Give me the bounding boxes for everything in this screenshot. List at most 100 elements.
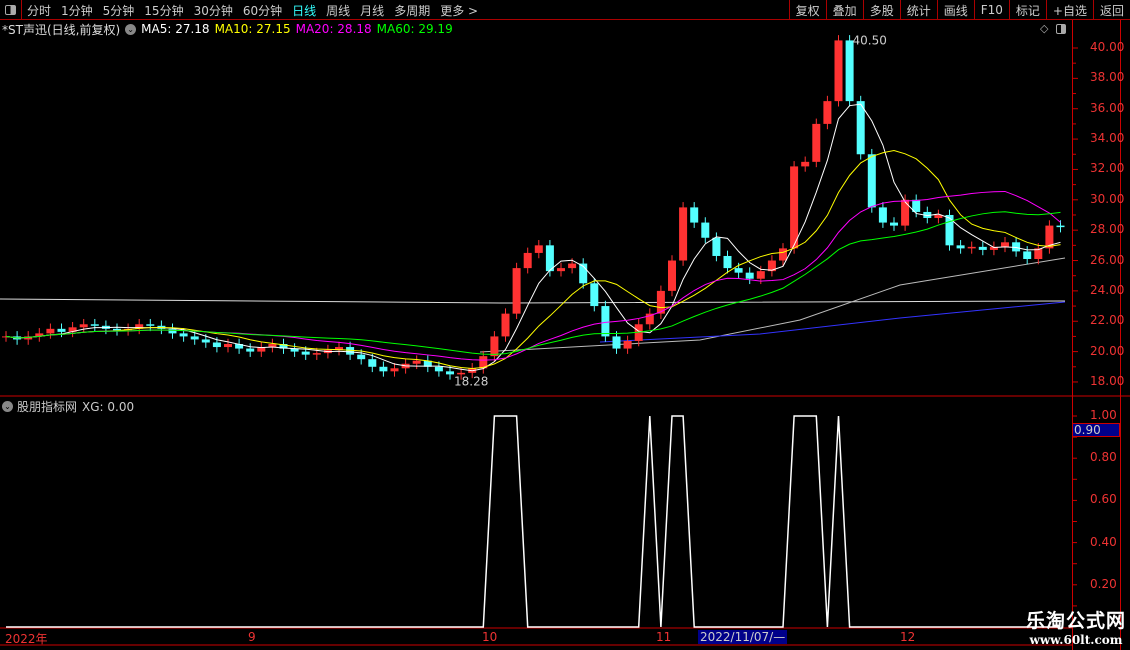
xg-tick-label: 1.00 — [1090, 408, 1117, 422]
long-ma-line — [599, 301, 1066, 343]
candle-body — [512, 268, 521, 314]
candle-body — [812, 123, 821, 162]
toolbar-button[interactable]: F10 — [973, 0, 1009, 20]
cursor-date: 2022/11/07/— — [698, 630, 788, 644]
candle-body — [224, 344, 232, 348]
candle-body — [690, 207, 699, 223]
period-tab[interactable]: 多周期 — [389, 2, 435, 19]
candle-body — [801, 161, 810, 167]
candle-body — [668, 260, 676, 291]
candle-body — [956, 245, 965, 249]
candle-body — [434, 366, 443, 372]
candle-body — [312, 353, 321, 355]
candle-body — [612, 336, 621, 349]
candle-body — [534, 245, 543, 253]
candle-body — [368, 359, 377, 367]
candle-body — [756, 271, 765, 279]
price-tick-label: 22.00 — [1090, 313, 1125, 328]
watermark-url: www.60lt.com — [1029, 633, 1123, 647]
price-tick-label: 30.00 — [1090, 191, 1125, 206]
period-tab[interactable]: 周线 — [321, 2, 355, 19]
price-tick-label: 20.00 — [1090, 343, 1125, 358]
price-tick-label: 40.00 — [1090, 40, 1125, 54]
period-tab[interactable]: 分时 — [22, 2, 56, 19]
candle-body — [568, 263, 577, 269]
candle-body — [878, 207, 887, 223]
xg-tick-label: 0.20 — [1090, 576, 1117, 591]
candle-body — [790, 166, 799, 249]
period-tab[interactable]: 更多 > — [435, 2, 483, 19]
candle-body — [57, 328, 66, 332]
toolbar-button[interactable]: +自选 — [1045, 0, 1093, 20]
panel-icon — [5, 5, 16, 15]
period-tab[interactable]: 月线 — [355, 2, 389, 19]
candle-body — [723, 255, 732, 269]
xg-tick-label: 0.40 — [1090, 534, 1117, 549]
ma5-value: MA5: 27.18 — [141, 22, 210, 36]
toolbar-button[interactable]: 画线 — [936, 0, 974, 20]
panel-icon[interactable] — [1056, 24, 1066, 34]
xg-tick-label: 0.60 — [1090, 492, 1117, 507]
price-tick-label: 34.00 — [1090, 131, 1125, 146]
period-tab[interactable]: 1分钟 — [56, 2, 98, 19]
candle-body — [779, 248, 787, 261]
ma20-value: MA20: 28.18 — [295, 22, 372, 36]
candle-body — [845, 40, 854, 102]
candle-body — [823, 101, 832, 124]
date-label-year: 2022年 — [5, 632, 48, 646]
toolbar-button[interactable]: 统计 — [899, 0, 937, 20]
ma5-line — [5, 103, 1061, 372]
candle-body — [745, 272, 754, 279]
candle-body — [46, 328, 55, 334]
period-tab[interactable]: 60分钟 — [238, 2, 287, 19]
candle-body — [712, 237, 721, 256]
candle-body — [834, 40, 843, 102]
candle-body — [190, 336, 199, 340]
toolbar: 分时 1分钟 5分钟 15分钟 30分钟 60分钟 日线 周线 月线 多周期 更多 > 复权 叠加 多股… — [0, 0, 1130, 20]
candle-body — [978, 246, 987, 250]
candle-body — [867, 154, 876, 208]
panel-toggle-button[interactable] — [0, 0, 22, 20]
toolbar-button[interactable]: 返回 — [1092, 0, 1130, 20]
candle-body — [501, 313, 510, 337]
price-chart[interactable]: 40.50 18.28 — [0, 0, 1130, 650]
candle-body — [179, 333, 188, 337]
dropdown-icon[interactable]: ⌄ — [2, 401, 13, 412]
candle-body — [212, 342, 221, 348]
ma10-value: MA10: 27.15 — [214, 22, 291, 36]
candle-body — [379, 366, 388, 372]
candle-body — [557, 268, 565, 272]
period-tab[interactable]: 日线 — [287, 2, 321, 19]
candle-body — [79, 324, 88, 328]
candle-body — [301, 351, 310, 355]
candle-body — [1001, 242, 1009, 247]
indicator-info-bar: ⌄ 股朋指标网 XG: 0.00 — [2, 398, 134, 415]
candle-body — [545, 245, 554, 272]
candle-body — [679, 207, 688, 261]
watermark: 乐淘公式网 www.60lt.com — [1026, 606, 1126, 647]
date-label-dec: 12 — [900, 630, 916, 644]
xg-tick-label: 0.80 — [1090, 450, 1117, 465]
toolbar-button[interactable]: 标记 — [1008, 0, 1046, 20]
candle-body — [1056, 225, 1065, 228]
stock-title: *ST声迅(日线,前复权) — [2, 22, 121, 37]
candle-body — [201, 339, 210, 343]
low-annotation: 18.28 — [454, 375, 488, 389]
toolbar-button[interactable]: 复权 — [788, 0, 826, 20]
ma10-line — [5, 149, 1061, 369]
period-tab[interactable]: 5分钟 — [98, 2, 140, 19]
price-tick-label: 36.00 — [1090, 100, 1125, 115]
diamond-icon[interactable]: ◇ — [1040, 22, 1048, 35]
toolbar-button[interactable]: 叠加 — [825, 0, 863, 20]
price-tick-label: 18.00 — [1090, 373, 1125, 388]
candle-body — [590, 283, 599, 307]
xg-line — [6, 415, 1061, 628]
period-tab[interactable]: 30分钟 — [189, 2, 238, 19]
toolbar-button[interactable]: 多股 — [862, 0, 900, 20]
dropdown-icon[interactable]: ⌄ — [125, 23, 137, 35]
candle-body — [357, 354, 366, 360]
price-tick-label: 28.00 — [1090, 222, 1125, 237]
chart-info-bar: *ST声迅(日线,前复权) ⌄ MA5: 27.18 MA10: 27.15 M… — [2, 21, 458, 37]
period-tab[interactable]: 15分钟 — [139, 2, 188, 19]
candle-body — [734, 268, 743, 273]
